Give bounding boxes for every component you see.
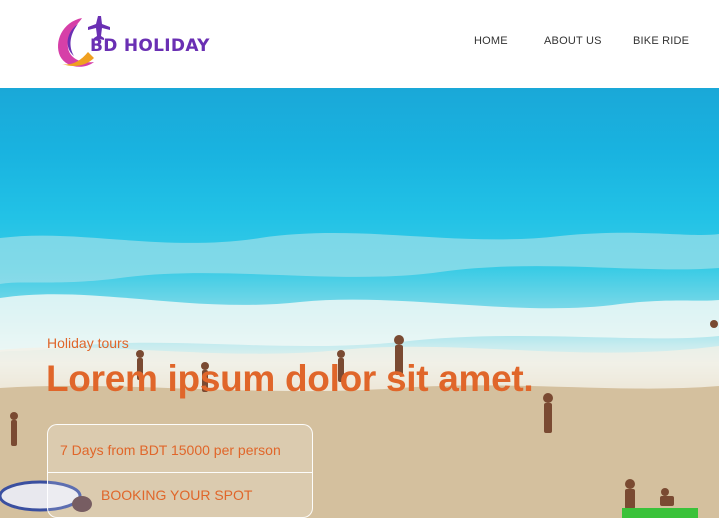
main-nav: HOME ABOUT US BIKE RIDE [0,35,719,51]
nav-bike-ride[interactable]: BIKE RIDE [633,35,689,47]
nav-about-us[interactable]: ABOUT US [544,35,602,47]
nav-home[interactable]: HOME [474,35,508,47]
card-divider [48,472,312,473]
tour-offer-card: 7 Days from BDT 15000 per person BOOKING… [47,424,313,518]
tour-price-text: 7 Days from BDT 15000 per person [60,442,281,458]
hero-subtitle: Holiday tours [47,335,129,351]
booking-button[interactable]: BOOKING YOUR SPOT [101,487,252,503]
hero-title: Lorem ipsum dolor sit amet. [46,358,534,399]
hero-banner: Holiday tours Lorem ipsum dolor sit amet… [0,88,719,518]
site-header: BD HOLIDAY HOME ABOUT US BIKE RIDE [0,0,719,88]
